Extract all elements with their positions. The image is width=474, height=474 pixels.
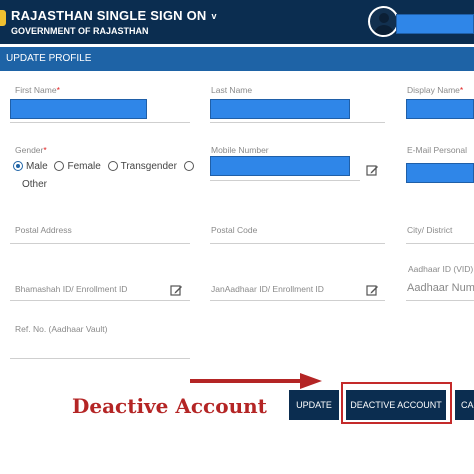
ref-no-label: Ref. No. (Aadhaar Vault)	[15, 324, 108, 334]
gender-female-radio[interactable]	[54, 161, 65, 171]
postal-code-label: Postal Code	[211, 225, 258, 235]
gender-male-radio[interactable]	[13, 161, 23, 171]
mobile-label: Mobile Number	[211, 145, 269, 155]
first-name-label: First Name*	[15, 85, 60, 95]
user-avatar-icon[interactable]	[368, 6, 399, 37]
last-name-label: Last Name	[211, 85, 253, 95]
display-name-label: Display Name*	[407, 85, 464, 95]
app-header: RAJASTHAN SINGLE SIGN ON v GOVERNMENT OF …	[0, 0, 474, 44]
city-district-field[interactable]	[406, 243, 474, 244]
gender-label: Gender*	[15, 145, 47, 155]
mobile-underline	[210, 180, 360, 181]
first-name-field[interactable]	[10, 99, 147, 119]
first-name-underline	[10, 122, 190, 123]
user-name-redacted[interactable]	[396, 14, 474, 34]
edit-icon[interactable]	[366, 284, 379, 297]
avatar-head	[379, 13, 389, 23]
ref-no-field[interactable]	[10, 358, 190, 359]
janaadhaar-label: JanAadhaar ID/ Enrollment ID	[211, 284, 324, 294]
gender-radio-group: Male Female Transgender	[13, 161, 197, 172]
update-button[interactable]: UPDATE	[289, 390, 339, 420]
bhamashah-underline	[10, 300, 190, 301]
app-title-text: RAJASTHAN SINGLE SIGN ON	[11, 8, 207, 23]
logo-icon	[0, 10, 6, 26]
mobile-field[interactable]	[210, 156, 350, 176]
chevron-down-icon[interactable]: v	[211, 11, 216, 21]
janaadhaar-underline	[210, 300, 385, 301]
last-name-underline	[210, 122, 385, 123]
app-title[interactable]: RAJASTHAN SINGLE SIGN ON v	[11, 8, 217, 23]
deactive-account-callout: Deactive Account	[72, 394, 267, 418]
arrow-right-icon	[190, 373, 322, 389]
edit-icon[interactable]	[170, 284, 183, 297]
gender-other-label: Other	[22, 179, 48, 190]
email-label: E-Mail Personal	[407, 145, 467, 155]
deactivate-account-button[interactable]: DEACTIVE ACCOUNT	[346, 390, 446, 420]
city-district-label: City/ District	[407, 225, 453, 235]
aadhaar-label: Aadhaar ID (VID)	[408, 264, 474, 274]
avatar-body	[374, 25, 394, 35]
bhamashah-label: Bhamashah ID/ Enrollment ID	[15, 284, 128, 294]
aadhaar-field[interactable]: Aadhaar Number	[407, 282, 474, 294]
display-name-field[interactable]	[406, 99, 474, 119]
postal-address-field[interactable]	[10, 243, 190, 244]
aadhaar-underline	[406, 300, 474, 301]
gender-transgender-label: Transgender	[120, 161, 177, 172]
gender-other-radio[interactable]	[183, 161, 194, 171]
gender-transgender-radio[interactable]	[107, 161, 118, 171]
gender-male-label: Male	[26, 161, 48, 172]
edit-icon[interactable]	[366, 164, 379, 177]
postal-address-label: Postal Address	[15, 225, 72, 235]
section-bar: UPDATE PROFILE	[0, 47, 474, 71]
last-name-field[interactable]	[210, 99, 350, 119]
gender-female-label: Female	[67, 161, 101, 172]
email-field[interactable]	[406, 163, 474, 183]
section-title: UPDATE PROFILE	[6, 53, 92, 64]
cancel-button[interactable]: CA	[455, 390, 474, 420]
app-subtitle: GOVERNMENT OF RAJASTHAN	[11, 26, 149, 36]
postal-code-field[interactable]	[210, 243, 385, 244]
